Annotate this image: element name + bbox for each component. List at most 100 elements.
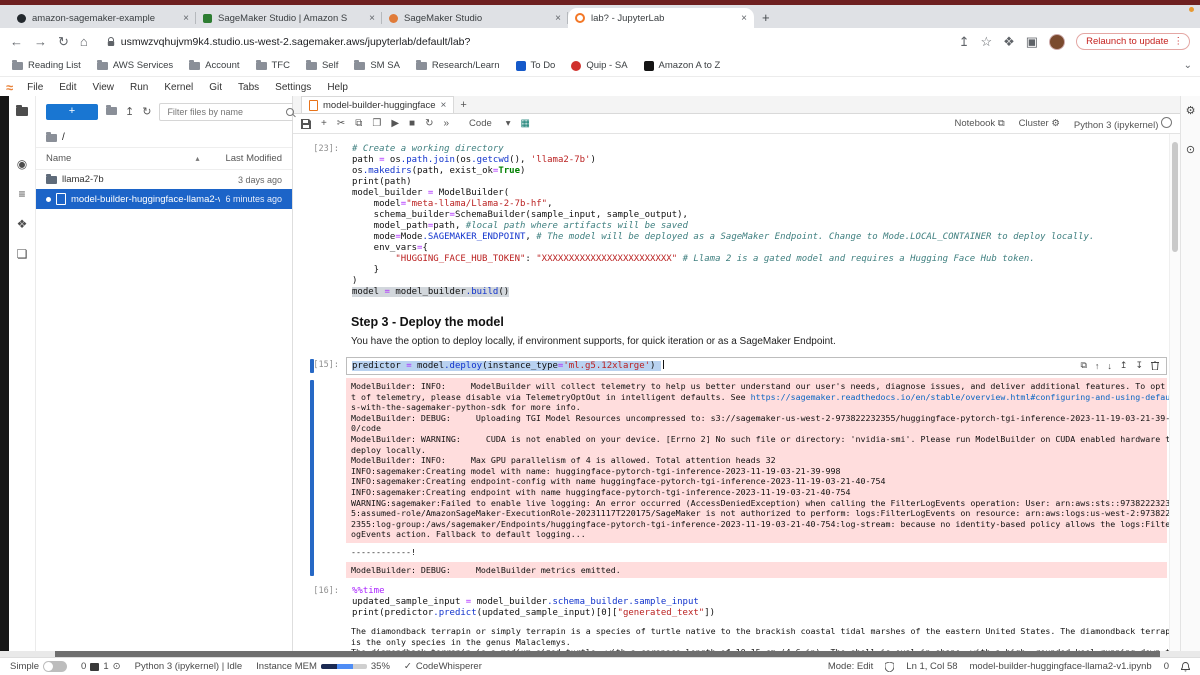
tab-close-icon[interactable]: ×: [369, 13, 375, 24]
menu-item-kernel[interactable]: Kernel: [156, 82, 201, 93]
home-icon[interactable]: ⌂: [80, 35, 88, 48]
add-cell-icon[interactable]: +: [321, 118, 327, 129]
reload-icon[interactable]: ↻: [58, 35, 69, 48]
insert-cell-below-icon[interactable]: ↧: [1135, 360, 1143, 371]
kernel-grid-icon[interactable]: ▦: [521, 118, 530, 129]
paste-cell-icon[interactable]: ❐: [372, 118, 381, 129]
duplicate-cell-icon[interactable]: ⧉: [1080, 360, 1086, 371]
filter-files-box[interactable]: [159, 103, 301, 121]
simple-mode-toggle[interactable]: [43, 661, 68, 672]
vertical-scrollbar-thumb[interactable]: [1172, 142, 1178, 252]
breadcrumb[interactable]: /: [36, 126, 292, 148]
insert-cell-above-icon[interactable]: ↥: [1120, 360, 1128, 371]
menu-item-run[interactable]: Run: [122, 82, 156, 93]
code-cell[interactable]: [23]: # Create a working directory path = …: [295, 141, 1167, 301]
bookmark-aws-services[interactable]: AWS Services: [96, 59, 173, 71]
notebook-tab-close-icon[interactable]: ×: [441, 100, 447, 111]
file-list-header[interactable]: Name ▴ Last Modified: [36, 148, 292, 170]
bookmark-sm-sa[interactable]: SM SA: [354, 59, 400, 71]
bookmark-tfc[interactable]: TFC: [255, 59, 290, 71]
bookmark-reading-list[interactable]: Reading List: [12, 59, 81, 71]
extensions-icon[interactable]: ❖: [1003, 35, 1015, 48]
browser-tab[interactable]: SageMaker Studio | Amazon S ×: [196, 8, 382, 28]
tab-close-icon[interactable]: ×: [183, 13, 189, 24]
move-cell-up-icon[interactable]: ↑: [1095, 361, 1100, 371]
menu-item-help[interactable]: Help: [319, 82, 356, 93]
bookmark-research-learn[interactable]: Research/Learn: [415, 59, 500, 71]
browser-tab[interactable]: lab? - JupyterLab ×: [568, 8, 754, 28]
new-tab-button[interactable]: +: [762, 10, 770, 25]
kernel-status-text[interactable]: Python 3 (ipykernel) | Idle: [135, 661, 243, 672]
terminals-kernels-indicator[interactable]: 0 1 ⊙: [81, 661, 121, 672]
menu-item-tabs[interactable]: Tabs: [230, 82, 267, 93]
tab-close-icon[interactable]: ×: [555, 13, 561, 24]
delete-cell-icon[interactable]: [1151, 361, 1159, 370]
bookmark-star-icon[interactable]: ☆: [980, 35, 992, 48]
table-of-contents-icon[interactable]: ≡: [18, 188, 25, 200]
side-panel-icon[interactable]: ▣: [1026, 35, 1038, 48]
cluster-link[interactable]: Cluster ⚙: [1019, 118, 1060, 129]
menu-item-git[interactable]: Git: [201, 82, 230, 93]
notebook-tab[interactable]: model-builder-huggingface ×: [301, 96, 455, 113]
forward-icon[interactable]: →: [34, 35, 47, 48]
debugger-icon[interactable]: ⊙: [1186, 143, 1195, 156]
copy-cell-icon[interactable]: ⧉: [355, 118, 362, 129]
bookmark-amazon-a-to-z[interactable]: Amazon A to Z: [643, 60, 720, 71]
bookmark-self[interactable]: Self: [305, 59, 338, 71]
notebook-link[interactable]: Notebook ⧉: [955, 118, 1005, 129]
avatar[interactable]: [1049, 33, 1066, 50]
bookmark-account[interactable]: Account: [189, 59, 240, 71]
relaunch-to-update-button[interactable]: Relaunch to update ⋮: [1076, 33, 1190, 50]
back-icon[interactable]: ←: [10, 35, 23, 48]
bookmark-quip-sa[interactable]: Quip - SA: [571, 60, 628, 71]
bookmarks-overflow-chevron-icon[interactable]: ⌄: [1184, 60, 1192, 71]
execution-count: [23]:: [313, 144, 339, 154]
vertical-scrollbar[interactable]: [1169, 134, 1180, 651]
menu-item-file[interactable]: File: [19, 82, 51, 93]
address-bar[interactable]: usmwzvqhujvm9k4.studio.us-west-2.sagemak…: [99, 36, 948, 48]
running-kernels-icon[interactable]: ◉: [17, 158, 27, 170]
new-launcher-button[interactable]: +: [46, 104, 98, 120]
markdown-cell[interactable]: Step 3 - Deploy the model You have the op…: [295, 303, 1167, 355]
new-folder-icon[interactable]: [106, 104, 117, 118]
save-icon[interactable]: [301, 118, 311, 129]
extension-manager-icon[interactable]: ❖: [17, 218, 28, 230]
browser-tab[interactable]: SageMaker Studio ×: [382, 8, 568, 28]
move-cell-down-icon[interactable]: ↓: [1107, 361, 1112, 371]
browser-tab[interactable]: amazon-sagemaker-example ×: [10, 8, 196, 28]
file-browser-icon[interactable]: [16, 105, 28, 118]
cut-cell-icon[interactable]: ✂: [337, 118, 345, 129]
cell-type-dropdown[interactable]: Code ▾: [469, 118, 511, 129]
run-cell-icon[interactable]: ▶: [391, 118, 399, 129]
cell-input-editor[interactable]: %%time updated_sample_input = model_build…: [346, 583, 1167, 622]
filter-files-input[interactable]: [165, 106, 287, 118]
menu-dots-icon[interactable]: ⋮: [1174, 36, 1184, 47]
stop-kernel-icon[interactable]: ■: [409, 118, 415, 129]
file-row[interactable]: llama2-7b 3 days ago: [36, 170, 292, 189]
tab-close-icon[interactable]: ×: [741, 13, 747, 24]
code-cell[interactable]: [16]: %%time updated_sample_input = model_…: [295, 583, 1169, 651]
add-document-tab-button[interactable]: +: [460, 99, 466, 113]
column-name[interactable]: Name: [46, 153, 195, 164]
restart-run-all-icon[interactable]: »: [443, 118, 449, 129]
share-icon[interactable]: ↥: [959, 35, 970, 48]
kernel-name[interactable]: Python 3 (ipykernel): [1074, 116, 1172, 131]
menu-item-view[interactable]: View: [85, 82, 123, 93]
cell-input-editor[interactable]: predictor = model.deploy(instance_type='…: [346, 357, 1167, 375]
cursor-position[interactable]: Ln 1, Col 58: [906, 661, 957, 672]
menu-item-edit[interactable]: Edit: [51, 82, 84, 93]
upload-icon[interactable]: ↥: [125, 106, 134, 118]
cell-input-editor[interactable]: # Create a working directory path = os.pa…: [346, 141, 1167, 301]
file-row[interactable]: model-builder-huggingface-llama2-v1.i...…: [36, 189, 292, 209]
restart-kernel-icon[interactable]: ↻: [425, 118, 433, 129]
mode-indicator[interactable]: Mode: Edit: [828, 661, 873, 672]
bell-icon[interactable]: [1181, 661, 1190, 672]
chat-icon[interactable]: ❏: [17, 248, 28, 260]
property-inspector-icon[interactable]: ⚙: [1186, 104, 1196, 117]
menu-item-settings[interactable]: Settings: [267, 82, 319, 93]
code-cell[interactable]: [15]: predictor = model.deploy(instance_t…: [295, 357, 1169, 581]
refresh-icon[interactable]: ↻: [142, 106, 151, 118]
column-last-modified[interactable]: Last Modified: [225, 153, 282, 164]
bookmark-to-do[interactable]: To Do: [515, 60, 555, 71]
codewhisperer-status[interactable]: ✓ CodeWhisperer: [404, 661, 482, 672]
